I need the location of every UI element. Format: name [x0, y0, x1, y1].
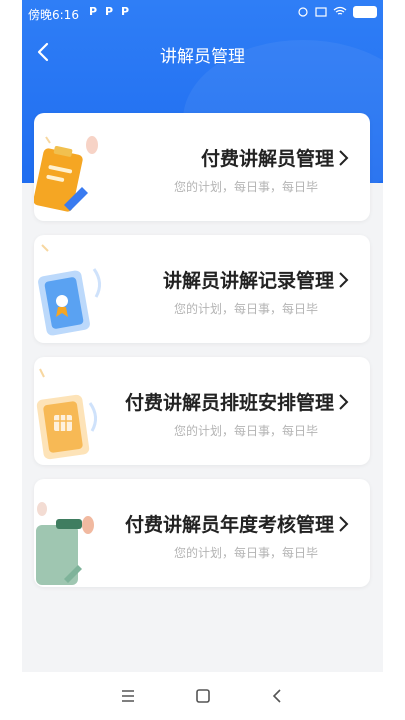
calendar-phone-icon [36, 368, 97, 460]
card-subtitle: 您的计划，每日事，每日毕 [173, 302, 318, 316]
status-time: 傍晚6:16 [28, 8, 79, 22]
back-icon[interactable] [266, 684, 290, 708]
phone-certificate-icon [38, 244, 101, 336]
clipboard-icon [34, 136, 98, 212]
card-guide-schedule-management[interactable]: 付费讲解员排班安排管理 您的计划，每日事，每日毕 [34, 357, 370, 465]
chevron-right-icon [339, 394, 349, 410]
battery-icon [353, 6, 377, 18]
card-guide-record-management[interactable]: 讲解员讲解记录管理 您的计划，每日事，每日毕 [34, 235, 370, 343]
card-title: 付费讲解员管理 [200, 148, 334, 170]
card-guide-annual-assessment[interactable]: 付费讲解员年度考核管理 您的计划，每日事，每日毕 [34, 479, 370, 587]
folder-icon [36, 502, 94, 585]
home-icon[interactable] [191, 684, 215, 708]
card-subtitle: 您的计划，每日事，每日毕 [173, 180, 318, 194]
wifi-icon [333, 6, 347, 15]
app-notification-icon: P [120, 5, 130, 18]
chevron-right-icon [339, 272, 349, 288]
status-indicators [297, 6, 377, 18]
page-title: 讲解员管理 [160, 47, 245, 67]
chevron-right-icon [339, 150, 349, 166]
chevron-right-icon [339, 516, 349, 532]
card-paid-guide-management[interactable]: 付费讲解员管理 您的计划，每日事，每日毕 [34, 113, 370, 221]
card-subtitle: 您的计划，每日事，每日毕 [173, 424, 318, 438]
app-screen: 傍晚6:16 P P P 讲解员管理 付费讲解员管理 您的计划，每日事，每日毕 [22, 0, 383, 672]
alarm-icon [298, 7, 308, 17]
card-title: 付费讲解员年度考核管理 [124, 514, 334, 536]
status-bar: 傍晚6:16 P P P [22, 0, 383, 26]
menu-icon[interactable] [116, 684, 140, 708]
app-notification-icon: P [88, 5, 98, 18]
system-navigation-bar [0, 672, 405, 720]
card-subtitle: 您的计划，每日事，每日毕 [173, 546, 318, 560]
card-title: 付费讲解员排班安排管理 [124, 392, 334, 414]
app-notification-icon: P [104, 5, 114, 18]
card-title: 讲解员讲解记录管理 [162, 270, 334, 292]
sim-icon [315, 7, 327, 17]
